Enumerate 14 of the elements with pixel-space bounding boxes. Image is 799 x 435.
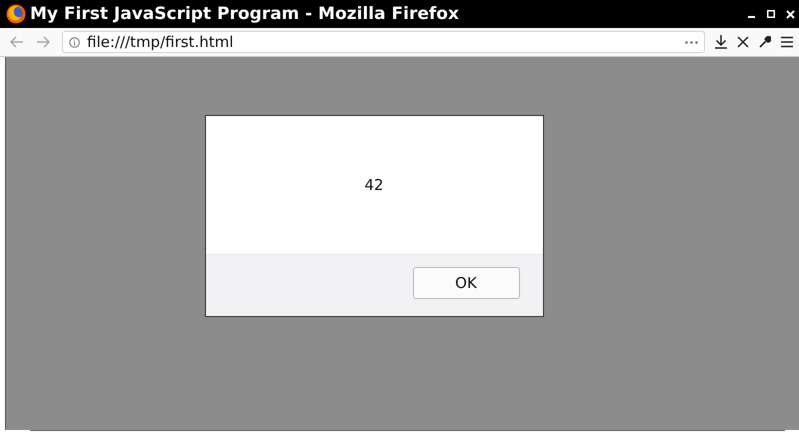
dialog-message: 42 [364,176,384,194]
download-icon[interactable] [715,35,727,49]
browser-logo-icon [6,4,26,24]
stop-icon[interactable] [737,36,749,48]
maximize-icon[interactable] [767,10,775,18]
close-icon[interactable] [786,10,795,18]
url-text: file:///tmp/first.html [87,33,234,51]
menu-icon[interactable] [781,36,793,48]
info-icon[interactable] [69,36,80,48]
address-bar[interactable]: file:///tmp/first.html [62,31,705,53]
ok-button[interactable]: OK [412,267,520,299]
more-icon[interactable] [685,40,698,44]
wrench-icon[interactable] [759,36,771,48]
window-title: My First JavaScript Program - Mozilla Firefox [30,4,460,24]
